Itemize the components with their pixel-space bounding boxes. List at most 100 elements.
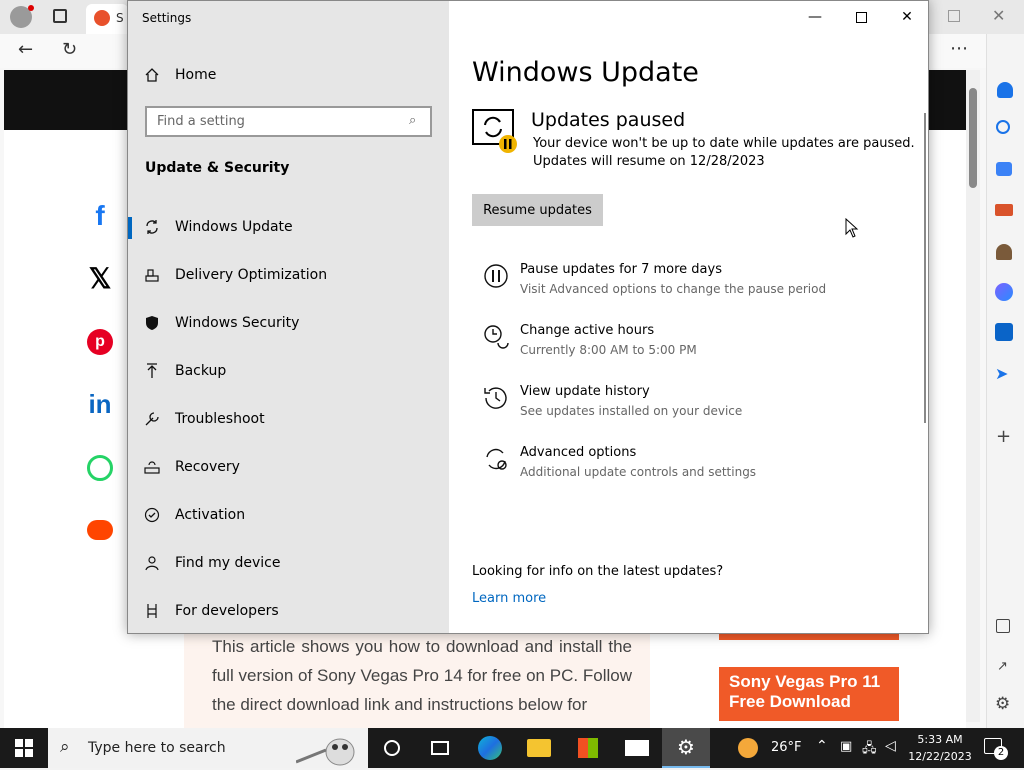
minimize-button[interactable]: — xyxy=(792,1,838,33)
option-title-link[interactable]: Change active hours xyxy=(520,323,654,338)
notification-count-badge: 2 xyxy=(994,746,1008,760)
profile-badge xyxy=(28,5,34,11)
mail-icon[interactable] xyxy=(613,728,661,768)
sidebar-item-label: Find my device xyxy=(175,555,281,571)
window-title: Settings xyxy=(142,11,192,25)
refresh-icon[interactable]: ↻ xyxy=(62,39,77,60)
whatsapp-icon[interactable] xyxy=(82,450,118,486)
option-title-link[interactable]: View update history xyxy=(520,384,650,399)
sidebar-item-label: Activation xyxy=(175,507,246,523)
store-icon[interactable] xyxy=(564,728,612,768)
status-title: Updates paused xyxy=(531,109,686,131)
option-title-link[interactable]: Pause updates for 7 more days xyxy=(520,262,722,277)
find-setting-input[interactable]: Find a setting ⌕ xyxy=(145,106,432,137)
updates-paused-icon xyxy=(472,109,518,153)
meet-now-icon[interactable]: ▣ xyxy=(840,739,852,754)
home-nav-item[interactable]: Home xyxy=(128,53,449,97)
clock-date: 12/22/2023 xyxy=(908,750,972,763)
active-hours-icon[interactable] xyxy=(482,323,510,351)
taskbar-search-box[interactable]: ⌕ Type here to search xyxy=(48,728,368,768)
resume-updates-button[interactable]: Resume updates xyxy=(472,194,603,226)
ad-line-2: Free Download xyxy=(729,692,851,711)
tools-icon[interactable] xyxy=(995,204,1013,216)
scrollbar-thumb[interactable] xyxy=(969,88,977,188)
sidebar-toggle-icon[interactable] xyxy=(996,619,1010,633)
sidebar-item-recovery[interactable]: Recovery xyxy=(128,445,449,489)
windows-logo-icon xyxy=(15,739,33,757)
maximize-button[interactable] xyxy=(838,1,884,33)
sync-icon xyxy=(142,217,162,237)
sidebar-item-windows-security[interactable]: Windows Security xyxy=(128,301,449,345)
show-hidden-icons-icon[interactable]: ⌃ xyxy=(816,738,828,754)
reddit-icon[interactable] xyxy=(82,512,118,548)
notification-bell-icon[interactable] xyxy=(997,82,1013,98)
gear-icon[interactable]: ⚙ xyxy=(995,694,1010,714)
browser-restore-icon[interactable] xyxy=(948,10,960,22)
task-view-icon[interactable] xyxy=(416,728,464,768)
learn-more-link[interactable]: Learn more xyxy=(472,591,546,606)
browser-sidebar: ➤ + ↗ ⚙ xyxy=(986,34,1024,728)
sidebar-item-troubleshoot[interactable]: Troubleshoot xyxy=(128,397,449,441)
sidebar-item-label: Troubleshoot xyxy=(175,411,265,427)
history-icon[interactable] xyxy=(482,384,510,412)
developer-icon xyxy=(142,601,162,621)
tab-label: S xyxy=(116,11,124,25)
browser-close-icon[interactable]: ✕ xyxy=(992,6,1005,25)
page-scrollbar[interactable] xyxy=(966,70,980,722)
add-icon[interactable]: + xyxy=(996,426,1011,447)
sidebar-item-label: Windows Security xyxy=(175,315,300,331)
pause-icon[interactable] xyxy=(482,262,510,290)
external-link-icon[interactable]: ↗ xyxy=(997,659,1008,674)
volume-muted-icon[interactable]: ◁ xyxy=(885,738,896,754)
search-placeholder: Find a setting xyxy=(157,114,245,129)
shopping-tag-icon[interactable] xyxy=(996,162,1012,176)
sidebar-item-delivery-optimization[interactable]: Delivery Optimization xyxy=(128,253,449,297)
mouse-cursor xyxy=(845,217,859,242)
article-text: This article shows you how to download a… xyxy=(212,637,632,714)
sidebar-item-for-developers[interactable]: For developers xyxy=(128,589,449,633)
browser-tab[interactable]: S xyxy=(86,4,128,34)
outlook-icon[interactable] xyxy=(995,323,1013,341)
content-scrollbar[interactable] xyxy=(924,113,926,423)
option-subtitle: Additional update controls and settings xyxy=(520,465,757,479)
linkedin-icon[interactable]: in xyxy=(82,386,118,422)
ad-banner-sony-vegas[interactable]: Sony Vegas Pro 11 Free Download xyxy=(719,667,899,721)
sidebar-item-label: Windows Update xyxy=(175,219,293,235)
weather-icon[interactable] xyxy=(730,728,766,768)
option-title-link[interactable]: Advanced options xyxy=(520,445,636,460)
sidebar-item-windows-update[interactable]: Windows Update xyxy=(128,205,449,249)
settings-taskbar-icon[interactable]: ⚙ xyxy=(662,728,710,768)
tab-favicon-icon xyxy=(94,10,110,26)
section-title: Update & Security xyxy=(145,160,290,176)
file-explorer-icon[interactable] xyxy=(515,728,563,768)
start-button[interactable] xyxy=(0,728,48,768)
send-icon[interactable]: ➤ xyxy=(995,364,1008,383)
article-block: This article shows you how to download a… xyxy=(184,630,650,730)
more-options-icon[interactable]: ⋯ xyxy=(950,38,968,59)
search-icon: ⌕ xyxy=(409,113,417,128)
microsoft365-icon[interactable] xyxy=(995,283,1013,301)
option-subtitle: See updates installed on your device xyxy=(520,404,743,418)
sidebar-item-backup[interactable]: Backup xyxy=(128,349,449,393)
settings-window: Settings Home Find a setting ⌕ Update & … xyxy=(127,0,929,634)
search-icon[interactable] xyxy=(996,120,1010,134)
advanced-icon[interactable] xyxy=(482,445,510,473)
back-icon[interactable]: ← xyxy=(18,39,33,60)
page-title: Windows Update xyxy=(472,57,699,88)
edge-icon[interactable] xyxy=(466,728,514,768)
settings-sidebar: Settings Home Find a setting ⌕ Update & … xyxy=(128,1,449,633)
pinterest-icon[interactable]: p xyxy=(82,324,118,360)
selected-indicator xyxy=(128,217,132,239)
tab-actions-icon[interactable] xyxy=(53,9,67,23)
cortana-icon[interactable] xyxy=(368,728,416,768)
recovery-icon xyxy=(142,457,162,477)
games-icon[interactable] xyxy=(996,244,1012,260)
facebook-icon[interactable]: f xyxy=(82,198,118,234)
network-icon[interactable]: 🖧 xyxy=(862,739,877,761)
sidebar-item-find-my-device[interactable]: Find my device xyxy=(128,541,449,585)
close-button[interactable]: ✕ xyxy=(884,1,930,33)
x-twitter-icon[interactable]: 𝕏 xyxy=(82,260,118,296)
sidebar-item-activation[interactable]: Activation xyxy=(128,493,449,537)
system-clock[interactable]: 5:33 AM 12/22/2023 xyxy=(908,731,972,765)
weather-temp[interactable]: 26°F xyxy=(771,740,802,755)
